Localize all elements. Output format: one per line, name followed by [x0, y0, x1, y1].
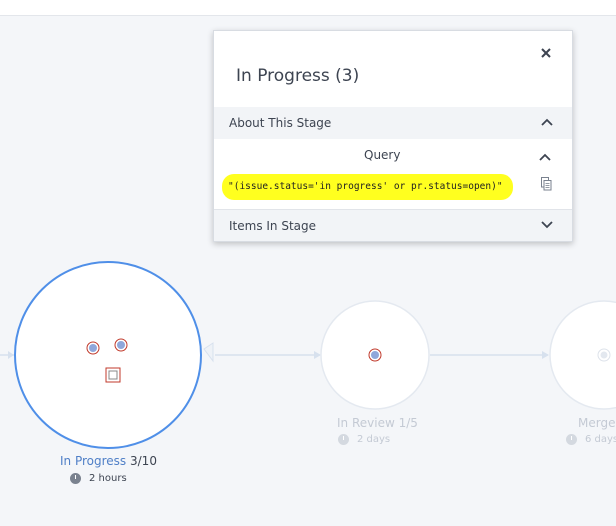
items-in-stage-section-header[interactable]: Items In Stage — [214, 209, 572, 241]
stage-count: 3/10 — [130, 454, 157, 468]
stage-in-review-node[interactable] — [320, 300, 430, 410]
stage-merged-node[interactable] — [549, 300, 616, 410]
stage-in-progress-label[interactable]: In Progress 3/10 — [60, 454, 157, 468]
about-stage-section-header[interactable]: About This Stage — [214, 107, 572, 139]
clock-icon — [70, 473, 81, 484]
items-in-stage-label: Items In Stage — [229, 218, 317, 233]
copy-icon[interactable] — [541, 177, 552, 191]
stage-in-progress-node[interactable] — [14, 261, 202, 449]
connector-arrow — [8, 351, 14, 359]
stage-merged-time: 6 days — [566, 434, 616, 445]
stage-name: Merged — [578, 416, 616, 430]
item-marker[interactable] — [105, 367, 121, 383]
clock-icon — [566, 434, 577, 445]
about-stage-label: About This Stage — [229, 116, 332, 130]
clock-icon — [338, 434, 349, 445]
stage-in-review-time: 2 days — [338, 434, 390, 445]
stage-time-text: 6 days — [585, 434, 616, 445]
query-label: Query — [364, 148, 401, 162]
stage-in-review-label[interactable]: In Review 1/5 — [337, 416, 418, 430]
stage-time-text: 2 hours — [89, 473, 127, 484]
stage-count: 1/5 — [398, 416, 418, 430]
stage-details-popup: In Progress (3) About This Stage Query "… — [213, 30, 573, 242]
close-icon[interactable] — [539, 46, 553, 60]
chevron-down-icon — [541, 221, 553, 229]
popup-title: In Progress (3) — [236, 66, 360, 86]
query-text: "(issue.status='in progress' or pr.statu… — [222, 174, 513, 200]
chevron-up-icon[interactable] — [539, 153, 551, 161]
item-marker[interactable] — [86, 341, 100, 355]
stage-time-text: 2 days — [357, 434, 391, 445]
connector-arrow — [203, 342, 214, 363]
item-marker[interactable] — [114, 338, 128, 352]
stage-name: In Progress — [60, 454, 127, 468]
stage-merged-label[interactable]: Merged — [578, 416, 616, 430]
stage-in-progress-time: 2 hours — [70, 473, 127, 484]
connector-arrow — [314, 351, 321, 359]
chevron-up-icon — [541, 118, 553, 126]
connector-arrow — [542, 351, 549, 359]
item-marker[interactable] — [368, 348, 382, 362]
stage-name: In Review — [337, 416, 395, 430]
